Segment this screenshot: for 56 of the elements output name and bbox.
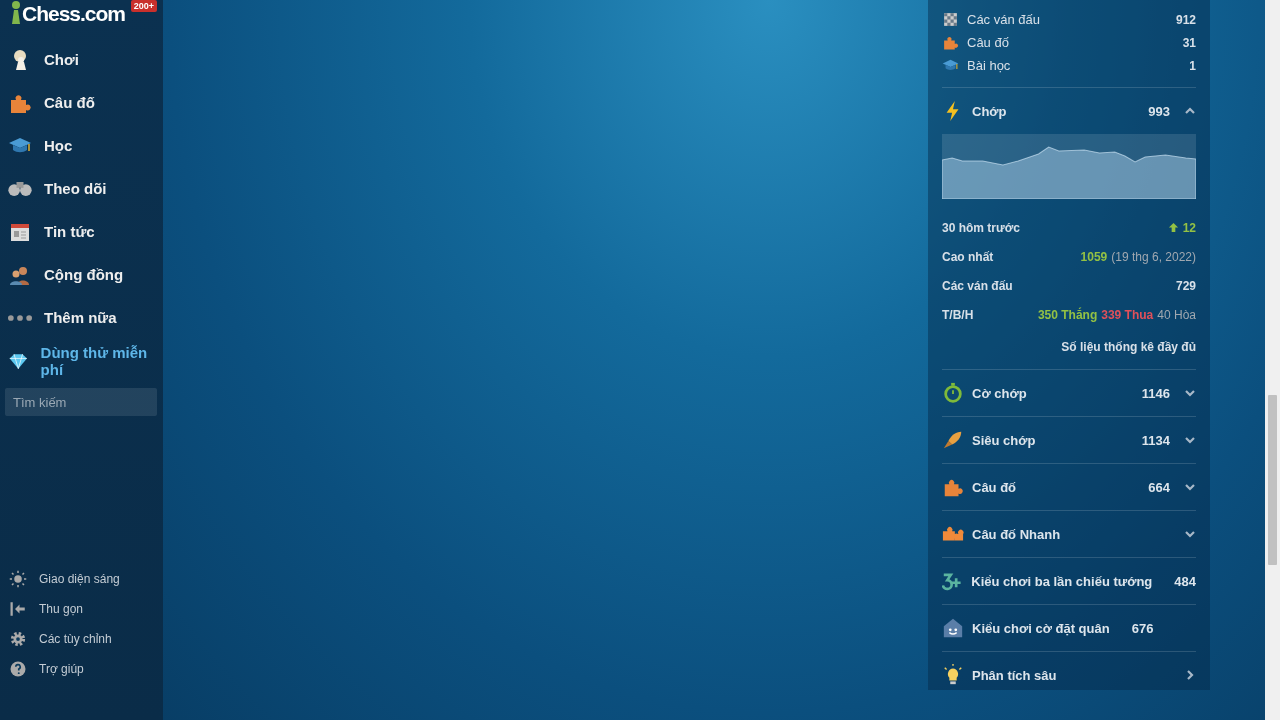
nav-item[interactable]: Theo dõi [0, 167, 163, 210]
stat-label: Cao nhất [942, 249, 994, 264]
nav-item[interactable]: Câu đố [0, 81, 163, 124]
rating-row[interactable]: Kiểu chơi ba lần chiếu tướng 484 [942, 558, 1196, 605]
rating-row[interactable]: Cờ chớp 1146 [942, 370, 1196, 417]
nav-item[interactable]: Cộng đồng [0, 253, 163, 296]
full-stats-link[interactable]: Số liệu thống kê đầy đủ [1061, 340, 1196, 354]
stat-label: T/B/H [942, 307, 974, 322]
three-plus-icon [942, 570, 964, 592]
stat-value: 31 [1182, 35, 1196, 50]
stat-label: Các ván đấu [942, 278, 1013, 293]
binoculars-icon [8, 181, 32, 196]
stat-label: Bài học [967, 58, 1011, 73]
stat-value: 12 [1182, 220, 1196, 235]
nav-item[interactable]: Tin tức [0, 210, 163, 253]
nav-item[interactable]: Thêm nữa [0, 296, 163, 339]
stopwatch-icon [942, 382, 964, 404]
stat-value: 1059 [1080, 249, 1108, 264]
stat-label: 30 hôm trước [942, 220, 1020, 235]
scrollbar[interactable] [1265, 0, 1280, 720]
footer-menu-item[interactable]: Giao diện sáng [0, 564, 163, 594]
arrow-up-icon [1167, 222, 1179, 233]
stat-value: 912 [1175, 12, 1196, 27]
logo-text[interactable]: Chess.com [22, 2, 126, 26]
chevron-down-icon[interactable] [1184, 481, 1196, 493]
rating-row[interactable]: Kiểu chơi cờ đặt quân 676 [942, 605, 1196, 652]
nav-item[interactable]: Học [0, 124, 163, 167]
puzzle-piece-icon [942, 34, 959, 51]
rating-row[interactable]: Siêu chớp 1134 [942, 417, 1196, 464]
footer-menu-item[interactable]: Trợ giúp [0, 654, 163, 684]
chevron-down-icon[interactable] [1184, 434, 1196, 446]
house-icon [942, 617, 964, 639]
stat-label: Câu đố [967, 35, 1009, 50]
chevron-right-icon[interactable] [1184, 669, 1196, 681]
losses-count: 339 Thua [1101, 307, 1154, 322]
ellipsis-icon [8, 314, 32, 321]
stat-value: 729 [1175, 278, 1196, 293]
stat-label: Các ván đấu [967, 12, 1040, 27]
draws-count: 40 Hòa [1157, 307, 1196, 322]
chevron-down-icon[interactable] [1184, 528, 1196, 540]
chevron-down-icon[interactable] [1184, 387, 1196, 399]
wins-count: 350 Thắng [1037, 307, 1098, 322]
rating-row[interactable]: Câu đố Nhanh [942, 511, 1196, 558]
rating-row[interactable]: Câu đố 664 [942, 464, 1196, 511]
nav-item[interactable]: Dùng thử miễn phí [0, 339, 163, 382]
stat-date: (19 thg 6, 2022) [1111, 249, 1196, 264]
nav-item[interactable]: Chơi [0, 38, 163, 81]
stat-value: 1 [1189, 58, 1196, 73]
footer-menu-item[interactable]: Thu gọn [0, 594, 163, 624]
notification-badge: 200+ [130, 0, 157, 12]
rating-row[interactable]: Phân tích sâu [942, 652, 1196, 698]
pawn-logo-icon[interactable] [10, 0, 22, 24]
checkerboard-icon [942, 11, 959, 28]
footer-menu-item[interactable]: Các tùy chỉnh [0, 624, 163, 654]
lightbulb-icon [942, 664, 964, 686]
rating-row[interactable]: Chớp 993 [942, 88, 1196, 134]
